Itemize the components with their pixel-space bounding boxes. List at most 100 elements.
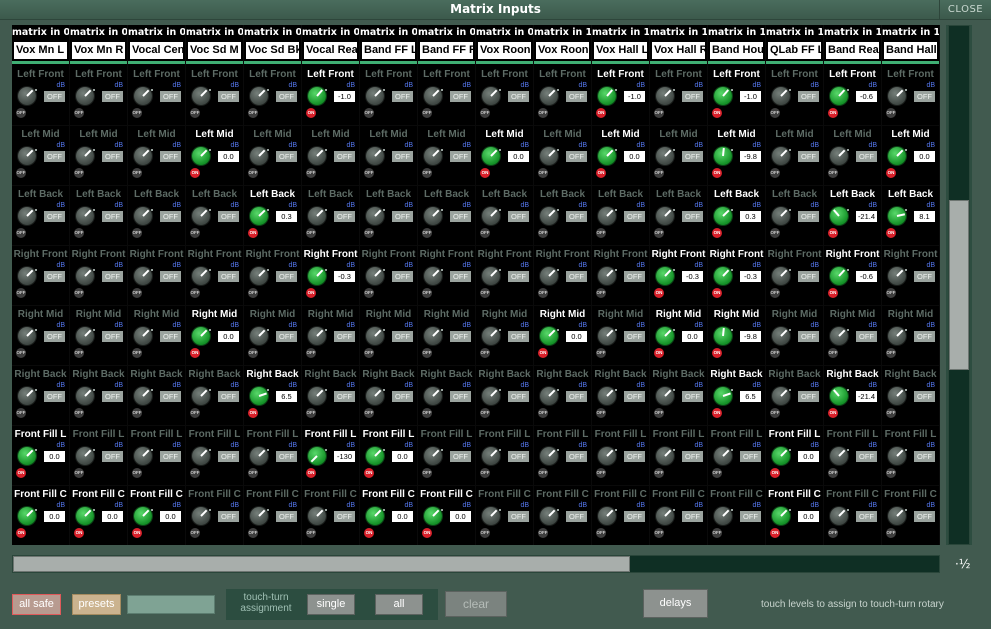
level-value[interactable]: OFF [160, 391, 181, 402]
level-value[interactable]: OFF [798, 271, 819, 282]
level-value[interactable]: OFF [740, 451, 761, 462]
level-knob[interactable] [250, 87, 268, 105]
level-knob[interactable] [134, 87, 152, 105]
level-value[interactable]: OFF [160, 91, 181, 102]
level-knob[interactable] [76, 267, 94, 285]
off-button[interactable]: OFF [74, 228, 84, 238]
matrix-cell[interactable]: Left Back dB OFF OFF [766, 186, 823, 245]
level-value[interactable]: -9.8 [740, 331, 761, 342]
level-value[interactable]: -9.8 [740, 151, 761, 162]
level-value[interactable]: OFF [334, 211, 355, 222]
level-value[interactable]: 0.0 [450, 511, 471, 522]
level-value[interactable]: OFF [334, 331, 355, 342]
level-knob[interactable] [772, 507, 790, 525]
matrix-cell[interactable]: Right Front dB OFF OFF [418, 246, 475, 305]
off-button[interactable]: OFF [654, 108, 664, 118]
matrix-cell[interactable]: Right Mid dB OFF OFF [302, 306, 359, 365]
off-button[interactable]: OFF [190, 108, 200, 118]
level-knob[interactable] [888, 147, 906, 165]
matrix-cell[interactable]: Left Front dB OFF OFF [186, 66, 243, 125]
level-value[interactable]: OFF [160, 211, 181, 222]
matrix-cell[interactable]: Left Back dB 8.1 ON [882, 186, 939, 245]
on-button[interactable]: ON [770, 528, 780, 538]
off-button[interactable]: OFF [306, 228, 316, 238]
matrix-cell[interactable]: Right Front dB OFF OFF [186, 246, 243, 305]
off-button[interactable]: OFF [422, 468, 432, 478]
level-knob[interactable] [424, 387, 442, 405]
off-button[interactable]: OFF [770, 168, 780, 178]
matrix-cell[interactable]: Left Front dB OFF OFF [244, 66, 301, 125]
level-value[interactable]: OFF [624, 391, 645, 402]
level-value[interactable]: OFF [624, 451, 645, 462]
level-value[interactable]: 0.0 [798, 511, 819, 522]
column-source-label[interactable]: Vox Mn R [72, 42, 125, 59]
matrix-cell[interactable]: Right Mid dB OFF OFF [128, 306, 185, 365]
matrix-cell[interactable]: Left Back dB 0.3 ON [708, 186, 765, 245]
level-knob[interactable] [482, 207, 500, 225]
matrix-cell[interactable]: Front Fill C dB 0.0 ON [766, 486, 823, 545]
corner-resize-icon[interactable]: ·½ [955, 557, 970, 571]
level-knob[interactable] [540, 207, 558, 225]
on-button[interactable]: ON [248, 408, 258, 418]
level-knob[interactable] [482, 87, 500, 105]
matrix-cell[interactable]: Right Front dB OFF OFF [244, 246, 301, 305]
on-button[interactable]: ON [16, 528, 26, 538]
matrix-cell[interactable]: Right Back dB 6.5 ON [244, 366, 301, 425]
level-knob[interactable] [540, 327, 558, 345]
matrix-cell[interactable]: Left Mid dB OFF OFF [244, 126, 301, 185]
level-value[interactable]: 0.0 [682, 331, 703, 342]
on-button[interactable]: ON [248, 228, 258, 238]
on-button[interactable]: ON [190, 348, 200, 358]
level-knob[interactable] [482, 447, 500, 465]
level-value[interactable]: OFF [392, 331, 413, 342]
off-button[interactable]: OFF [480, 228, 490, 238]
level-knob[interactable] [598, 447, 616, 465]
level-value[interactable]: OFF [682, 211, 703, 222]
level-knob[interactable] [656, 147, 674, 165]
level-value[interactable]: OFF [160, 331, 181, 342]
matrix-cell[interactable]: Right Mid dB OFF OFF [360, 306, 417, 365]
level-value[interactable]: OFF [276, 331, 297, 342]
on-button[interactable]: ON [132, 528, 142, 538]
level-knob[interactable] [772, 327, 790, 345]
on-button[interactable]: ON [422, 528, 432, 538]
level-knob[interactable] [250, 447, 268, 465]
matrix-cell[interactable]: Front Fill L dB OFF OFF [476, 426, 533, 485]
matrix-cell[interactable]: Front Fill C dB OFF OFF [824, 486, 881, 545]
matrix-cell[interactable]: Right Mid dB -9.8 ON [708, 306, 765, 365]
level-knob[interactable] [540, 387, 558, 405]
level-knob[interactable] [656, 87, 674, 105]
matrix-cell[interactable]: Front Fill L dB OFF OFF [882, 426, 939, 485]
level-value[interactable]: OFF [392, 91, 413, 102]
level-value[interactable]: OFF [102, 451, 123, 462]
level-value[interactable]: OFF [508, 211, 529, 222]
off-button[interactable]: OFF [654, 228, 664, 238]
matrix-cell[interactable]: Front Fill L dB OFF OFF [650, 426, 707, 485]
level-knob[interactable] [830, 447, 848, 465]
on-button[interactable]: ON [74, 528, 84, 538]
matrix-cell[interactable]: Left Front dB OFF OFF [476, 66, 533, 125]
level-knob[interactable] [18, 447, 36, 465]
off-button[interactable]: OFF [16, 288, 26, 298]
matrix-cell[interactable]: Front Fill C dB 0.0 ON [418, 486, 475, 545]
level-value[interactable]: -1.0 [334, 91, 355, 102]
off-button[interactable]: OFF [770, 348, 780, 358]
off-button[interactable]: OFF [74, 168, 84, 178]
level-value[interactable]: -21.4 [856, 391, 877, 402]
level-value[interactable]: OFF [392, 211, 413, 222]
matrix-cell[interactable]: Left Back dB OFF OFF [128, 186, 185, 245]
matrix-cell[interactable]: Front Fill C dB 0.0 ON [128, 486, 185, 545]
level-knob[interactable] [888, 207, 906, 225]
level-value[interactable]: 0.0 [392, 511, 413, 522]
level-knob[interactable] [598, 147, 616, 165]
level-value[interactable]: 0.0 [218, 151, 239, 162]
level-knob[interactable] [540, 507, 558, 525]
matrix-cell[interactable]: Right Front dB OFF OFF [592, 246, 649, 305]
matrix-cell[interactable]: Front Fill L dB OFF OFF [128, 426, 185, 485]
off-button[interactable]: OFF [422, 168, 432, 178]
off-button[interactable]: OFF [596, 528, 606, 538]
level-value[interactable]: OFF [160, 151, 181, 162]
level-knob[interactable] [656, 507, 674, 525]
column-source-label[interactable]: Vocal Rea [304, 42, 357, 59]
all-safe-button[interactable]: all safe [12, 594, 61, 615]
